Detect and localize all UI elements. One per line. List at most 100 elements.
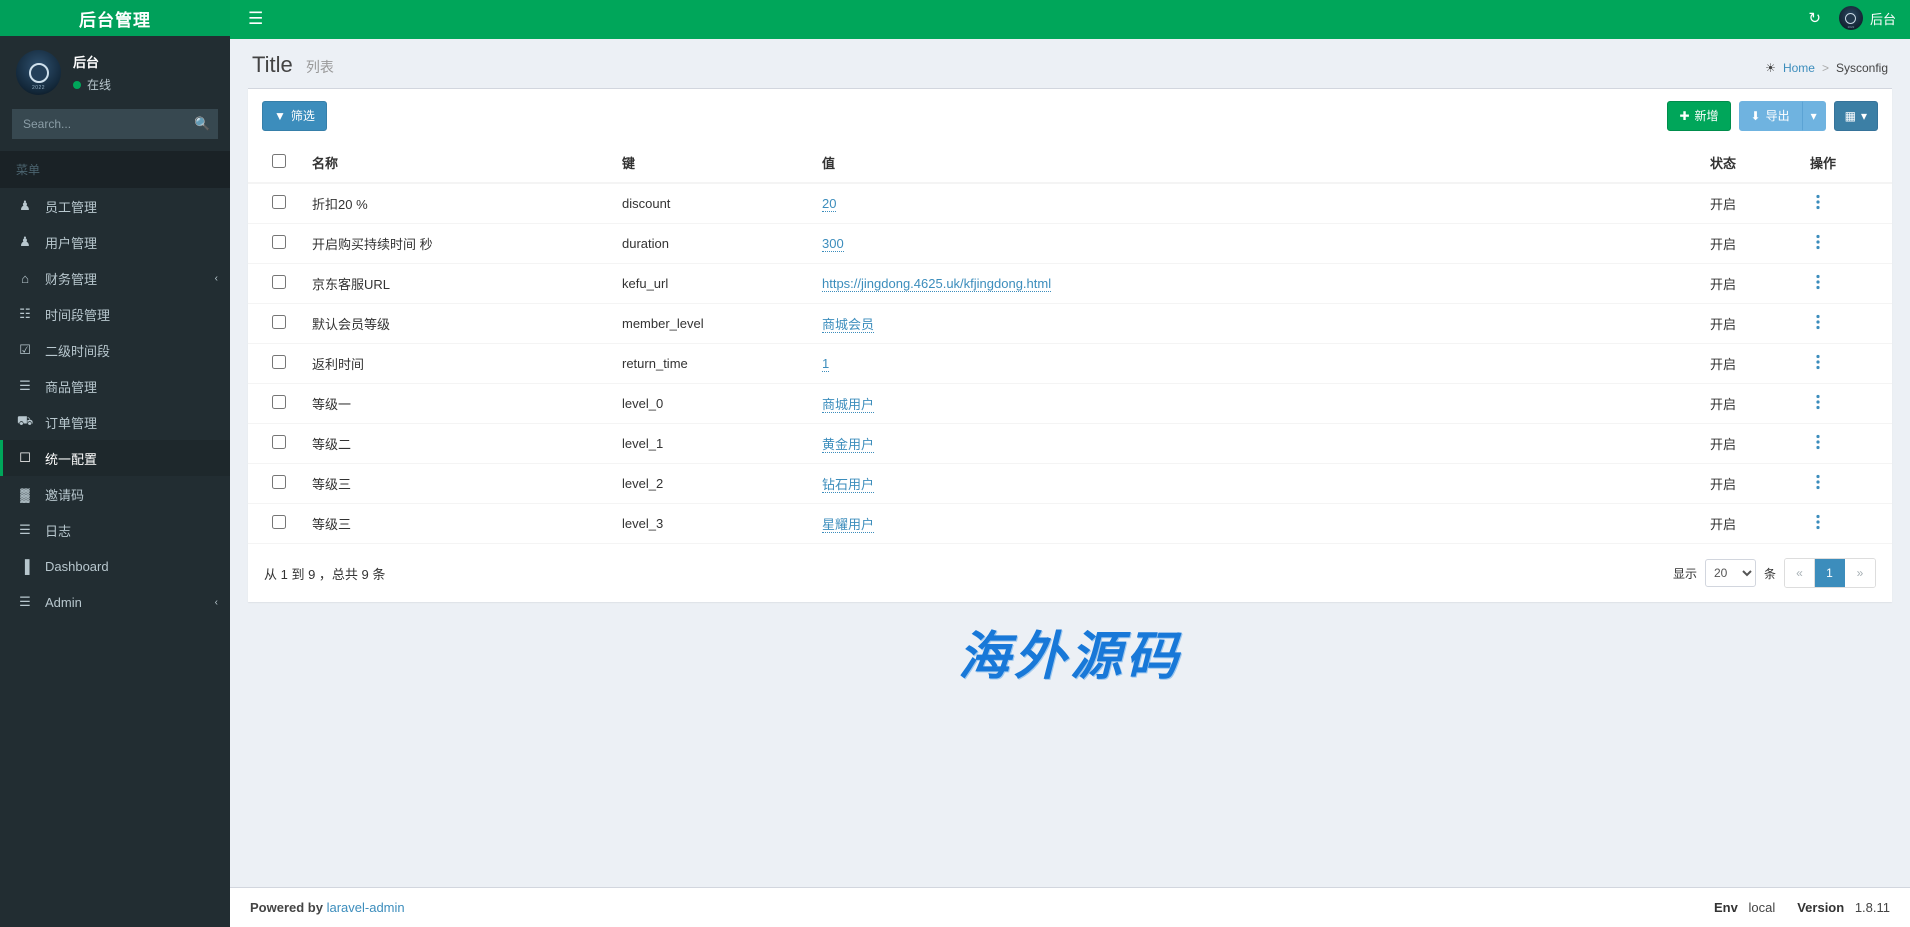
table-toolbar: ▼ 筛选 ✚ 新增 ⬇ 导出 ▾ ▦ ▾ (248, 89, 1892, 143)
editable-value-link[interactable]: 1 (822, 356, 830, 373)
sidebar-item-3[interactable]: ⌂ 财务管理 ‹ (0, 260, 230, 296)
sidebar-item-10[interactable]: ☰ 日志 (0, 512, 230, 548)
sidebar-item-1[interactable]: ♟ 员工管理 (0, 188, 230, 224)
cell-key: member_level (614, 303, 814, 344)
editable-value-link[interactable]: 300 (822, 236, 844, 253)
editable-value-link[interactable]: https://jingdong.4625.uk/kfjingdong.html (822, 276, 1052, 293)
app-logo-text: 后台管理 (79, 10, 151, 30)
hamburger-icon[interactable]: ☰ (240, 10, 271, 27)
cell-key: level_1 (614, 423, 814, 464)
table-row: 京东客服URL kefu_url https://jingdong.4625.uk/… (248, 263, 1892, 304)
cell-status: 开启 (1702, 383, 1802, 424)
pagination-next[interactable]: » (1845, 559, 1875, 588)
export-dropdown-toggle[interactable]: ▾ (1801, 101, 1826, 132)
top-navbar: ☰ ↻ 2022 后台 (230, 0, 1910, 36)
ellipsis-vertical-icon[interactable] (1810, 194, 1826, 210)
search-icon[interactable]: 🔍 (188, 110, 217, 138)
column-header-actions[interactable]: 操作 (1802, 143, 1892, 185)
column-header-name[interactable]: 名称 (304, 143, 614, 185)
cell-actions (1802, 383, 1892, 424)
row-checkbox[interactable] (272, 475, 286, 490)
ellipsis-vertical-icon[interactable] (1810, 234, 1826, 250)
ellipsis-vertical-icon[interactable] (1810, 314, 1826, 330)
row-checkbox[interactable] (272, 435, 286, 450)
column-selector-button[interactable]: ▦ ▾ (1833, 101, 1878, 132)
caret-down-icon: ▾ (1860, 109, 1867, 123)
sidebar-item-4[interactable]: ☷ 时间段管理 (0, 296, 230, 332)
editable-value-link[interactable]: 商城会员 (822, 317, 875, 334)
pagination-prev[interactable]: « (1785, 559, 1815, 588)
pagination: «1» (1784, 558, 1876, 589)
editable-value-link[interactable]: 黄金用户 (822, 437, 875, 454)
add-new-button[interactable]: ✚ 新增 (1667, 101, 1731, 132)
sidebar-item-2[interactable]: ♟ 用户管理 (0, 224, 230, 260)
ellipsis-vertical-icon[interactable] (1810, 434, 1826, 450)
table-row: 等级三 level_3 星耀用户 开启 (248, 503, 1892, 544)
editable-value-link[interactable]: 钻石用户 (822, 477, 875, 494)
sidebar-item-7[interactable]: ⛟ 订单管理 (0, 404, 230, 440)
row-checkbox[interactable] (272, 355, 286, 370)
cell-key: kefu_url (614, 263, 814, 304)
ellipsis-vertical-icon[interactable] (1810, 274, 1826, 290)
select-all-checkbox[interactable] (272, 154, 286, 169)
user-tie-icon: ♟ (19, 198, 31, 213)
ellipsis-vertical-icon[interactable] (1810, 394, 1826, 410)
row-checkbox[interactable] (272, 315, 286, 330)
export-button-group: ⬇ 导出 ▾ (1738, 101, 1826, 132)
sidebar-user-name: 后台 (73, 55, 100, 70)
refresh-icon[interactable]: ↻ (1808, 9, 1821, 27)
cell-actions (1802, 343, 1892, 384)
search-input[interactable] (13, 117, 188, 131)
user-icon: ♟ (19, 234, 31, 249)
sidebar-item-6[interactable]: ☰ 商品管理 (0, 368, 230, 404)
cell-key: level_0 (614, 383, 814, 424)
row-checkbox[interactable] (272, 515, 286, 530)
per-page-unit: 条 (1763, 566, 1776, 581)
page-title: Title 列表 (252, 52, 334, 78)
pagination-controls: 显示 10203050100 条 «1» (1673, 558, 1876, 589)
filter-button[interactable]: ▼ 筛选 (262, 101, 327, 132)
sidebar-item-label: 邀请码 (45, 487, 85, 503)
pagination-page-1[interactable]: 1 (1815, 559, 1845, 588)
online-dot-icon (73, 80, 81, 89)
column-header-key[interactable]: 键 (614, 143, 814, 185)
ellipsis-vertical-icon[interactable] (1810, 514, 1826, 530)
row-checkbox[interactable] (272, 275, 286, 290)
row-select-cell (248, 303, 304, 344)
sidebar-item-11[interactable]: ▐ Dashboard (0, 548, 230, 584)
export-button[interactable]: ⬇ 导出 (1738, 101, 1802, 132)
cell-actions (1802, 182, 1892, 224)
table-row: 等级二 level_1 黄金用户 开启 (248, 423, 1892, 464)
column-header-value[interactable]: 值 (814, 143, 1702, 185)
cell-status: 开启 (1702, 343, 1802, 384)
cell-key: return_time (614, 343, 814, 384)
app-logo[interactable]: 后台管理 (0, 0, 230, 36)
config-table: 名称 键 值 状态 操作 折扣20 % discount 20 开启 开启购买持续时间 … (248, 143, 1892, 544)
cart-icon: ⛟ (16, 413, 34, 428)
breadcrumb-home[interactable]: Home (1783, 61, 1815, 75)
per-page-select[interactable]: 10203050100 (1704, 559, 1756, 588)
select-all-header (248, 143, 304, 185)
ellipsis-vertical-icon[interactable] (1810, 354, 1826, 370)
page-title-text: Title (252, 52, 293, 77)
cell-key: discount (614, 182, 814, 224)
row-checkbox[interactable] (272, 195, 286, 210)
row-checkbox[interactable] (272, 395, 286, 410)
user-menu[interactable]: 2022 后台 (1838, 6, 1896, 30)
editable-value-link[interactable]: 20 (822, 196, 837, 213)
column-header-status[interactable]: 状态 (1702, 143, 1802, 185)
editable-value-link[interactable]: 商城用户 (822, 397, 875, 414)
cell-status: 开启 (1702, 503, 1802, 544)
footer-powered-link[interactable]: laravel-admin (327, 900, 405, 915)
cell-value: https://jingdong.4625.uk/kfjingdong.html (814, 263, 1702, 304)
sidebar-item-8[interactable]: ☐ 统一配置 (0, 440, 230, 476)
sidebar-item-5[interactable]: ☑ 二级时间段 (0, 332, 230, 368)
editable-value-link[interactable]: 星耀用户 (822, 517, 875, 534)
ellipsis-vertical-icon[interactable] (1810, 474, 1826, 490)
table-grid-icon: ▦ (1844, 109, 1856, 123)
top-bar: 后台管理 ☰ ↻ 2022 后台 (0, 0, 1910, 36)
cell-value: 20 (814, 182, 1702, 224)
sidebar-item-12[interactable]: ☰ Admin ‹ (0, 584, 230, 620)
row-checkbox[interactable] (272, 235, 286, 250)
sidebar-item-9[interactable]: ▓ 邀请码 (0, 476, 230, 512)
